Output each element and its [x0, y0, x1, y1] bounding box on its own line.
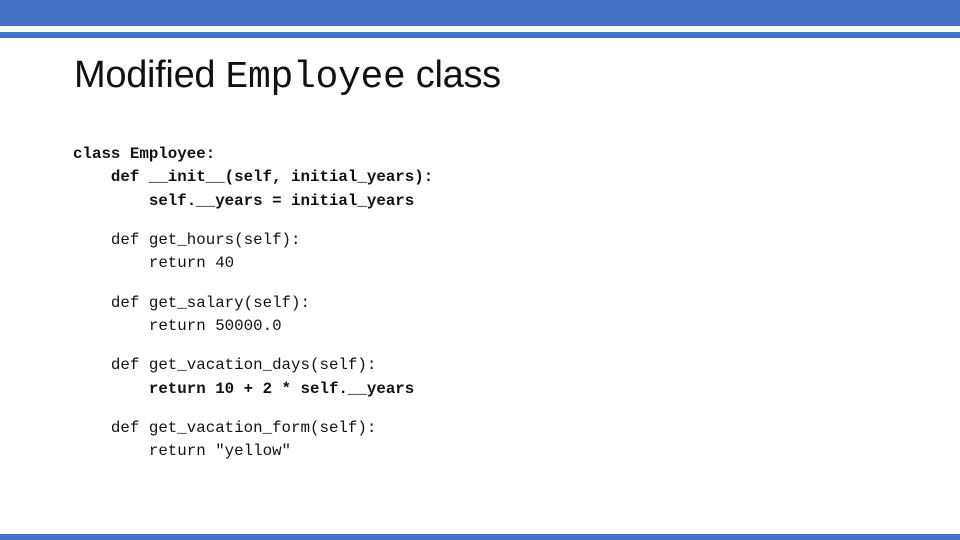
- title-suffix: class: [405, 54, 501, 96]
- code-line: def get_hours(self):: [73, 230, 301, 249]
- code-line: return 40: [73, 254, 235, 273]
- title-prefix: Modified: [74, 54, 226, 96]
- slide-title: Modified Employee class: [74, 54, 501, 99]
- code-line: def get_salary(self):: [73, 293, 310, 312]
- code-line: def __init__(self, initial_years):: [73, 168, 434, 187]
- code-line: return 50000.0: [73, 316, 282, 335]
- top-accent-line: [0, 32, 960, 38]
- code-line: def get_vacation_form(self):: [73, 418, 377, 437]
- code-line: class Employee:: [73, 145, 216, 163]
- title-code: Employee: [225, 56, 406, 99]
- code-line: return "yellow": [73, 442, 292, 461]
- code-line: def get_vacation_days(self):: [73, 356, 377, 375]
- code-line: return 10 + 2 * self.__years: [73, 379, 415, 398]
- code-listing: class Employee: def __init__(self, initi…: [73, 143, 433, 463]
- bottom-accent-bar: [0, 534, 960, 540]
- code-line: self.__years = initial_years: [73, 191, 415, 210]
- top-accent-bar: [0, 0, 960, 26]
